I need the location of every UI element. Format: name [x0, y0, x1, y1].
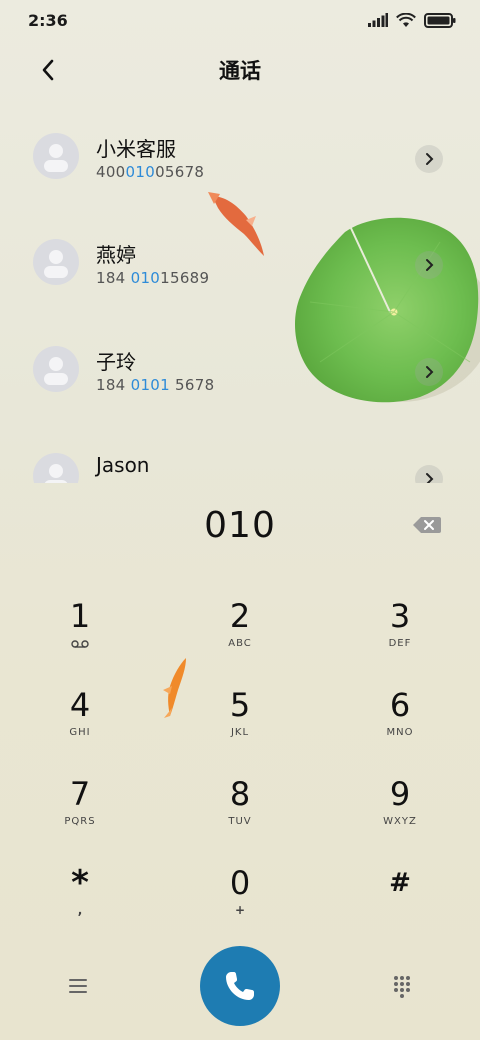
contact-detail-button[interactable]	[415, 251, 443, 279]
contact-item[interactable]: 小米客服 40001005678	[0, 105, 480, 211]
status-icons	[368, 12, 456, 28]
contact-list[interactable]: 小米客服 40001005678 燕婷 184 01015689 子玲 184 …	[0, 105, 480, 483]
menu-button[interactable]	[62, 972, 94, 1000]
header: 通话	[0, 40, 480, 100]
number-match: 010	[125, 163, 156, 181]
status-bar: 2:36	[0, 0, 480, 40]
key-9[interactable]: 9 WXYZ	[340, 774, 460, 854]
dialpad-icon	[394, 976, 410, 998]
chevron-right-icon	[426, 259, 434, 271]
key-5[interactable]: 5 JKL	[180, 685, 300, 765]
contact-number: 184 01015689	[96, 269, 210, 287]
avatar	[33, 239, 79, 285]
contact-name: 燕婷	[96, 243, 136, 267]
key-1[interactable]: 1	[20, 596, 140, 676]
number-match: 0101	[130, 376, 170, 394]
contact-detail-button[interactable]	[415, 358, 443, 386]
contact-name: 子玲	[96, 350, 136, 374]
contact-name: 小米客服	[96, 137, 176, 161]
bottom-bar	[0, 946, 480, 1026]
key-star[interactable]: * ,	[20, 863, 140, 943]
battery-icon	[424, 12, 456, 28]
chevron-left-icon	[42, 59, 54, 81]
call-button[interactable]	[200, 946, 280, 1026]
key-7[interactable]: 7 PQRS	[20, 774, 140, 854]
contact-item[interactable]: 子玲 184 0101 5678	[0, 318, 480, 424]
dialed-number[interactable]: 010	[0, 505, 480, 546]
contact-detail-button[interactable]	[415, 465, 443, 483]
avatar	[33, 453, 79, 483]
contact-item[interactable]: 燕婷 184 01015689	[0, 211, 480, 317]
back-button[interactable]	[30, 52, 66, 88]
key-0[interactable]: 0 +	[180, 863, 300, 943]
phone-icon	[226, 972, 254, 1000]
contact-item[interactable]: Jason	[0, 425, 480, 483]
backspace-button[interactable]	[412, 515, 442, 535]
key-3[interactable]: 3 DEF	[340, 596, 460, 676]
key-4[interactable]: 4 GHI	[20, 685, 140, 765]
number-match: 010	[130, 269, 161, 287]
page-title: 通话	[219, 59, 261, 83]
signal-icon	[368, 13, 388, 27]
voicemail-icon	[71, 640, 89, 648]
key-8[interactable]: 8 TUV	[180, 774, 300, 854]
contact-number: 40001005678	[96, 163, 205, 181]
key-2[interactable]: 2 ABC	[180, 596, 300, 676]
avatar	[33, 346, 79, 392]
contact-detail-button[interactable]	[415, 145, 443, 173]
status-time: 2:36	[28, 10, 68, 30]
chevron-right-icon	[426, 473, 434, 483]
chevron-right-icon	[426, 153, 434, 165]
contact-name: Jason	[96, 453, 150, 477]
contact-number: 184 0101 5678	[96, 376, 215, 394]
key-hash[interactable]: #	[340, 863, 460, 943]
chevron-right-icon	[426, 366, 434, 378]
wifi-icon	[396, 12, 416, 27]
key-6[interactable]: 6 MNO	[340, 685, 460, 765]
dialpad-toggle-button[interactable]	[388, 972, 416, 1000]
menu-icon	[69, 979, 87, 993]
avatar	[33, 133, 79, 179]
backspace-icon	[413, 517, 441, 533]
